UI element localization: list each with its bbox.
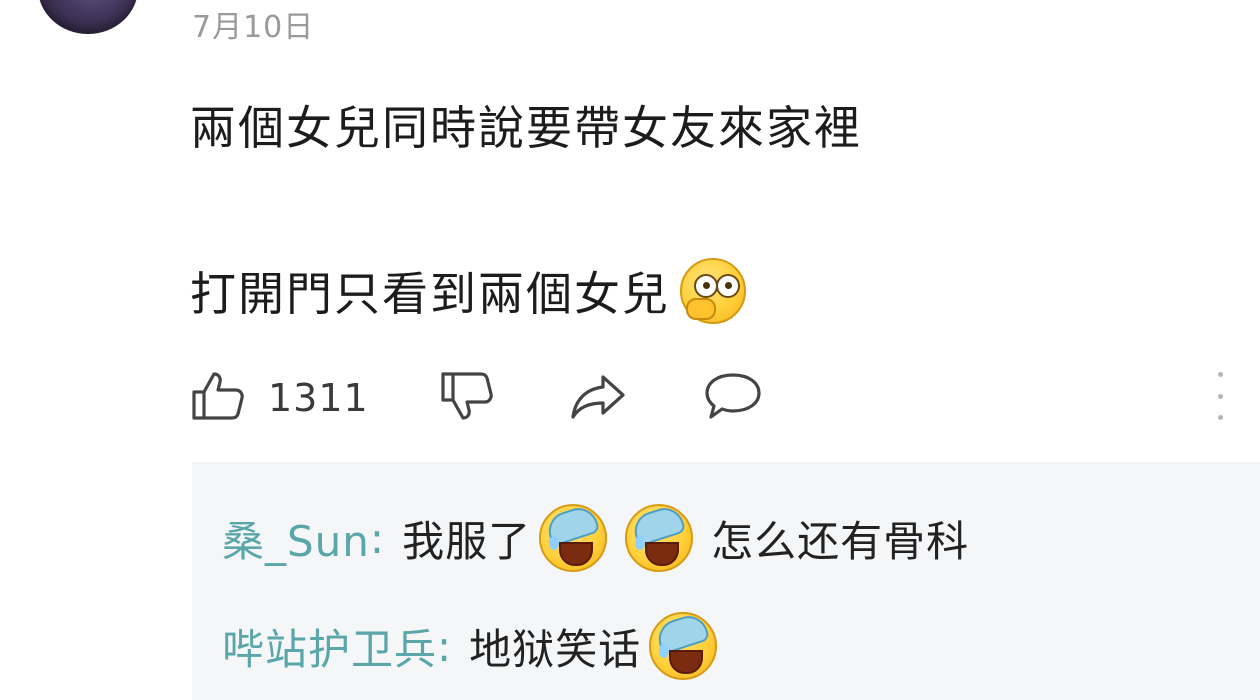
comment-bubble-icon <box>703 371 763 425</box>
thumbs-up-icon <box>190 370 246 426</box>
reply-text: 怎么还有骨科 <box>711 516 970 566</box>
reply-button[interactable] <box>703 371 763 425</box>
reply-separator: : <box>437 621 452 671</box>
comment-text: 打開門只看到兩個女兒 <box>190 267 670 321</box>
replies-preview[interactable]: 桑_Sun : 我服了 怎么还有骨科 哔站护卫兵 : 地狱笑话 <box>192 462 1260 700</box>
facepalm-laugh-emoji <box>649 611 718 680</box>
comment-page: 7月10日 兩個女兒同時說要帶女友來家裡 打開門只看到兩個女兒 1311 桑_S… <box>0 0 1260 700</box>
reply-item[interactable]: 桑_Sun : 我服了 怎么还有骨科 <box>222 503 970 572</box>
thumbs-down-icon <box>439 370 495 426</box>
reply-username[interactable]: 哔站护卫兵 <box>222 616 437 677</box>
like-count: 1311 <box>268 376 369 420</box>
like-button[interactable]: 1311 <box>190 370 369 426</box>
facepalm-laugh-emoji <box>625 503 694 572</box>
thinking-peek-emoji <box>680 258 746 324</box>
comment-date: 7月10日 <box>192 10 315 45</box>
reply-text: 地狱笑话 <box>469 624 642 674</box>
reply-text: 我服了 <box>402 516 532 566</box>
comment-actions: 1311 <box>190 370 763 426</box>
reply-separator: : <box>369 513 385 563</box>
comment-text-line-2: 打開門只看到兩個女兒 <box>190 258 746 324</box>
reply-username[interactable]: 桑_Sun <box>222 508 370 569</box>
comment-text-line-1: 兩個女兒同時說要帶女友來家裡 <box>190 92 862 158</box>
avatar[interactable] <box>38 0 138 34</box>
dislike-button[interactable] <box>439 370 495 426</box>
share-button[interactable] <box>569 371 627 425</box>
share-arrow-icon <box>569 371 627 425</box>
facepalm-laugh-emoji <box>539 503 608 572</box>
comment-text: 兩個女兒同時說要帶女友來家裡 <box>190 101 862 155</box>
vertical-dots-icon[interactable] <box>1212 372 1228 420</box>
reply-item[interactable]: 哔站护卫兵 : 地狱笑话 <box>222 611 718 680</box>
